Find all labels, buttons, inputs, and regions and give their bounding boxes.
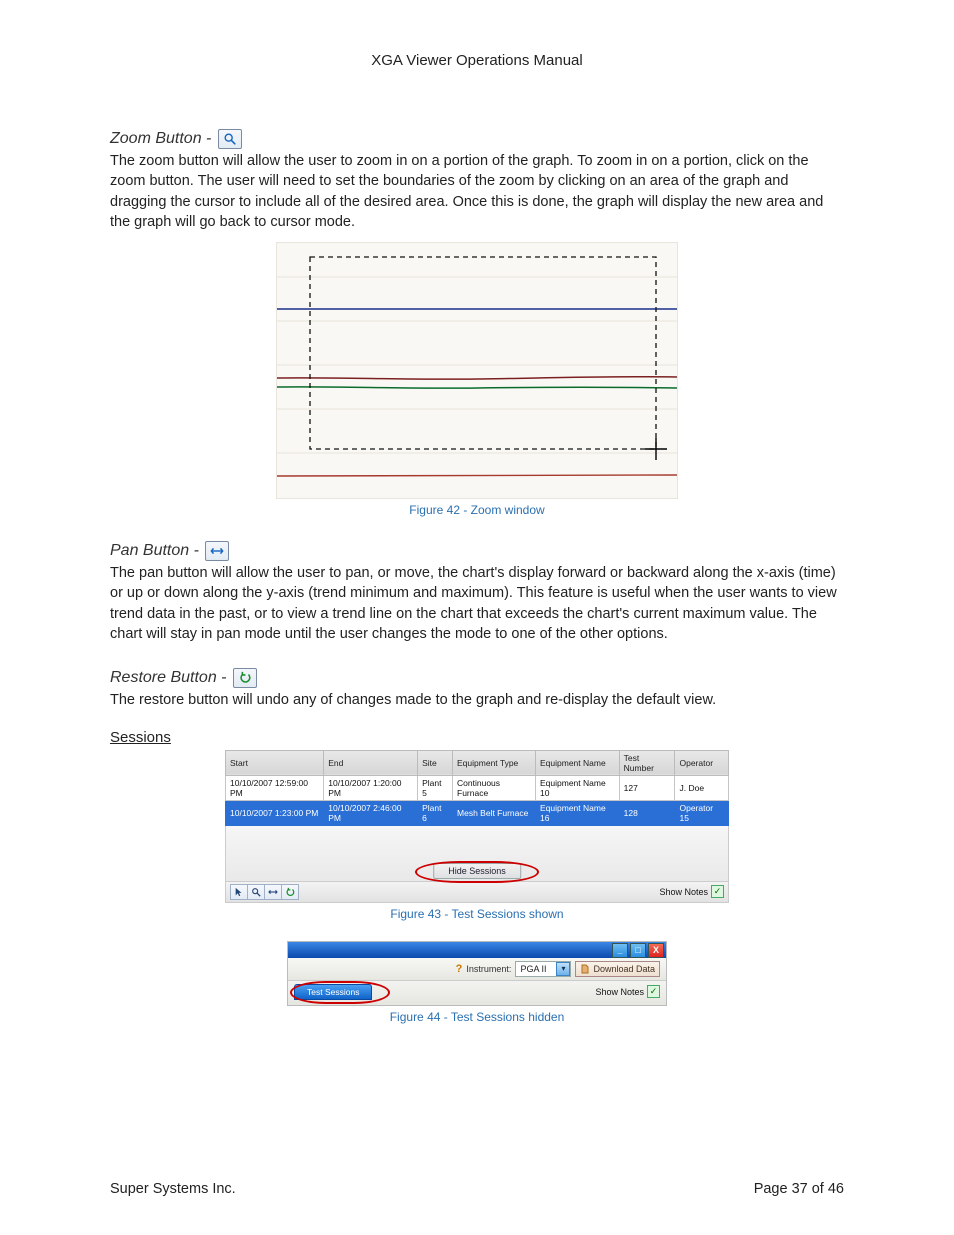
checkbox-icon: ✓ xyxy=(647,985,660,998)
cell: 10/10/2007 1:23:00 PM xyxy=(226,800,324,825)
figure-44-caption: Figure 44 - Test Sessions hidden xyxy=(110,1010,844,1024)
chevron-down-icon: ▾ xyxy=(556,962,570,976)
col-start[interactable]: Start xyxy=(226,750,324,775)
pan-icon xyxy=(205,541,229,561)
restore-body: The restore button will undo any of chan… xyxy=(110,690,844,710)
minimize-icon[interactable]: _ xyxy=(612,943,628,958)
tab-test-sessions[interactable]: Test Sessions xyxy=(294,984,372,1000)
zoom-icon[interactable] xyxy=(247,884,265,900)
figure-44: _ □ X ? Instrument: PGA II ▾ Download Da… xyxy=(287,941,667,1006)
cell: 127 xyxy=(619,775,675,800)
col-site[interactable]: Site xyxy=(418,750,453,775)
zoom-icon xyxy=(218,129,242,149)
instrument-value: PGA II xyxy=(520,964,546,974)
help-icon[interactable]: ? xyxy=(456,963,463,975)
download-label: Download Data xyxy=(593,964,655,974)
table-header-row: Start End Site Equipment Type Equipment … xyxy=(226,750,729,775)
cell: 128 xyxy=(619,800,675,825)
hide-sessions-button[interactable]: Hide Sessions xyxy=(433,863,521,879)
instrument-label: Instrument: xyxy=(466,964,511,974)
zoom-section: Zoom Button - The zoom button will allow… xyxy=(110,129,844,232)
footer-right: Page 37 of 46 xyxy=(754,1181,844,1197)
restore-icon[interactable] xyxy=(281,884,299,900)
tabs-row: Test Sessions Show Notes ✓ xyxy=(288,981,666,1005)
cell: J. Doe xyxy=(675,775,729,800)
table-row[interactable]: 10/10/2007 1:23:00 PM 10/10/2007 2:46:00… xyxy=(226,800,729,825)
cell: Mesh Belt Furnace xyxy=(453,800,536,825)
document-page: XGA Viewer Operations Manual Zoom Button… xyxy=(0,0,954,1235)
instrument-toolbar: ? Instrument: PGA II ▾ Download Data xyxy=(288,958,666,981)
pan-heading: Pan Button - xyxy=(110,542,199,559)
figure-42-caption: Figure 42 - Zoom window xyxy=(110,503,844,517)
zoom-heading: Zoom Button - xyxy=(110,130,211,147)
maximize-icon[interactable]: □ xyxy=(630,943,646,958)
col-eqtype[interactable]: Equipment Type xyxy=(453,750,536,775)
instrument-combo[interactable]: PGA II ▾ xyxy=(515,961,571,977)
mini-toolbar xyxy=(230,884,298,900)
figure-43: Start End Site Equipment Type Equipment … xyxy=(225,750,729,903)
restore-section: Restore Button - The restore button will… xyxy=(110,668,844,710)
show-notes-label: Show Notes xyxy=(659,887,708,897)
cell: Equipment Name 16 xyxy=(536,800,620,825)
sessions-table: Start End Site Equipment Type Equipment … xyxy=(225,750,729,826)
page-footer: Super Systems Inc. Page 37 of 46 xyxy=(110,1181,844,1197)
figure-42 xyxy=(276,242,678,499)
page-header: XGA Viewer Operations Manual xyxy=(110,52,844,69)
cell: 10/10/2007 12:59:00 PM xyxy=(226,775,324,800)
cell: 10/10/2007 1:20:00 PM xyxy=(324,775,418,800)
pan-body: The pan button will allow the user to pa… xyxy=(110,563,844,644)
checkbox-icon: ✓ xyxy=(711,885,724,898)
cell: Continuous Furnace xyxy=(453,775,536,800)
sessions-bottom-bar: Show Notes ✓ xyxy=(225,882,729,903)
footer-left: Super Systems Inc. xyxy=(110,1181,236,1197)
pan-icon[interactable] xyxy=(264,884,282,900)
pan-section: Pan Button - The pan button will allow t… xyxy=(110,541,844,644)
col-eqname[interactable]: Equipment Name xyxy=(536,750,620,775)
download-data-button[interactable]: Download Data xyxy=(575,961,660,977)
cell: Plant 5 xyxy=(418,775,453,800)
table-row[interactable]: 10/10/2007 12:59:00 PM 10/10/2007 1:20:0… xyxy=(226,775,729,800)
table-empty-area: Hide Sessions xyxy=(225,826,729,882)
figure-43-caption: Figure 43 - Test Sessions shown xyxy=(110,907,844,921)
show-notes-toggle[interactable]: Show Notes ✓ xyxy=(659,885,724,898)
cell: Equipment Name 10 xyxy=(536,775,620,800)
col-testno[interactable]: Test Number xyxy=(619,750,675,775)
zoom-body: The zoom button will allow the user to z… xyxy=(110,151,844,232)
close-icon[interactable]: X xyxy=(648,943,664,958)
col-oper[interactable]: Operator xyxy=(675,750,729,775)
restore-heading: Restore Button - xyxy=(110,669,227,686)
restore-icon xyxy=(233,668,257,688)
cell: 10/10/2007 2:46:00 PM xyxy=(324,800,418,825)
show-notes-toggle[interactable]: Show Notes ✓ xyxy=(595,985,660,998)
titlebar: _ □ X xyxy=(288,942,666,958)
cell: Plant 6 xyxy=(418,800,453,825)
show-notes-label: Show Notes xyxy=(595,987,644,997)
cell: Operator 15 xyxy=(675,800,729,825)
col-end[interactable]: End xyxy=(324,750,418,775)
cursor-icon[interactable] xyxy=(230,884,248,900)
sessions-heading: Sessions xyxy=(110,729,844,746)
